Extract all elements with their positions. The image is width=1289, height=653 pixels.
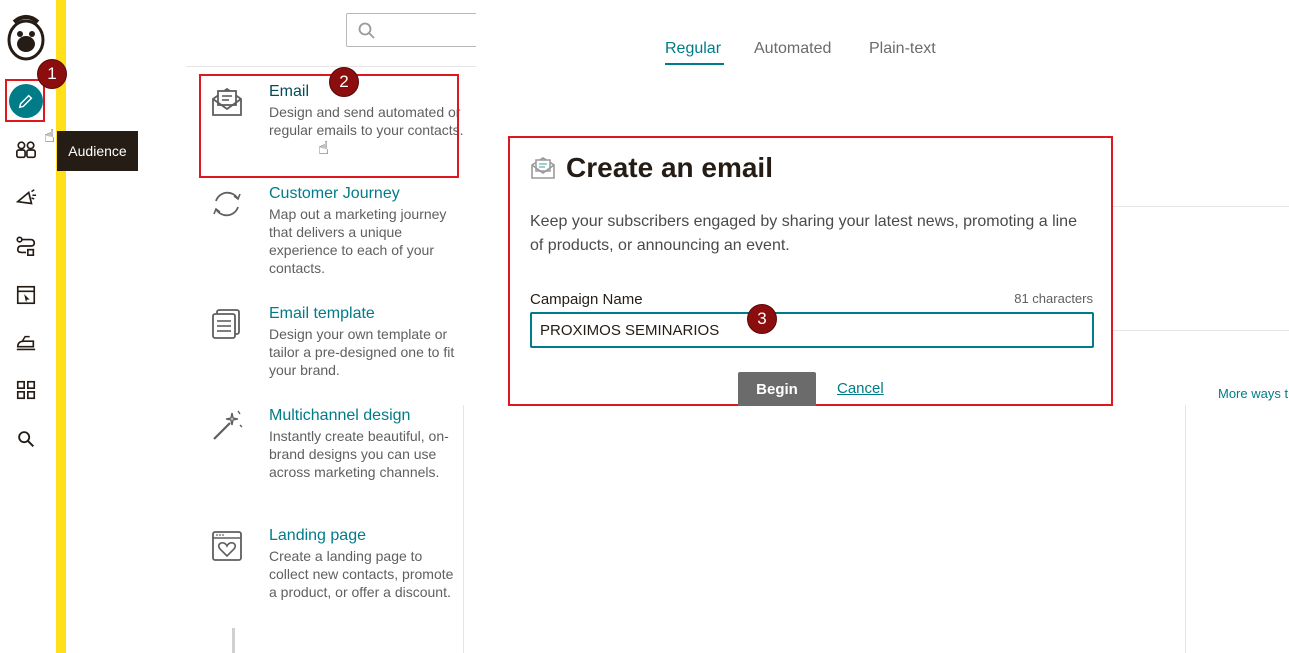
menu-item-customer-journey[interactable]: Customer Journey Map out a marketing jou…	[200, 185, 470, 285]
tab-regular[interactable]: Regular	[665, 40, 721, 58]
menu-title: Landing page	[269, 527, 366, 544]
menu-item-landing-page[interactable]: Landing page Create a landing page to co…	[200, 527, 470, 627]
campaign-name-input[interactable]	[530, 312, 1094, 348]
content-grid-icon[interactable]	[13, 377, 39, 403]
pane-divider	[1113, 330, 1289, 331]
menu-item-multichannel-design[interactable]: Multichannel design Instantly create bea…	[200, 407, 470, 507]
audience-icon[interactable]	[13, 137, 39, 163]
menu-scroll-edge	[232, 628, 235, 653]
modal-description: Keep your subscribers engaged by sharing…	[530, 213, 1077, 254]
menu-desc: Instantly create beautiful, on-brand des…	[269, 428, 449, 480]
menu-title: Email template	[269, 305, 375, 322]
landing-page-icon	[212, 531, 242, 561]
magic-wand-icon	[213, 410, 243, 440]
create-email-modal: Create an email Keep your subscribers en…	[508, 136, 1113, 406]
search-input[interactable]	[346, 13, 486, 47]
begin-button[interactable]: Begin	[738, 372, 816, 406]
menu-desc: Create a landing page to collect new con…	[269, 548, 454, 600]
menu-top-divider	[186, 66, 476, 67]
menu-desc: Map out a marketing journey that deliver…	[269, 206, 447, 276]
step-badge-2: 2	[329, 67, 359, 97]
hand-cursor-icon: ☝	[318, 138, 329, 158]
more-ways-link[interactable]: More ways t	[1218, 386, 1288, 401]
journey-icon	[213, 191, 241, 217]
step-badge-1: 1	[37, 59, 67, 89]
left-nav: ☝	[0, 0, 56, 653]
email-icon	[531, 157, 555, 179]
search-icon[interactable]	[13, 426, 39, 452]
campaign-name-label: Campaign Name	[530, 291, 643, 308]
integrations-icon[interactable]	[13, 330, 39, 356]
tab-plain-text[interactable]: Plain-text	[869, 40, 936, 58]
cancel-link[interactable]: Cancel	[837, 380, 884, 397]
menu-title: Multichannel design	[269, 407, 411, 424]
automations-icon[interactable]	[13, 233, 39, 259]
highlight-stripe	[56, 0, 66, 653]
preview-panel	[463, 405, 1186, 653]
audience-tooltip: Audience	[57, 131, 138, 171]
modal-title: Create an email	[566, 152, 773, 183]
menu-title: Customer Journey	[269, 185, 400, 202]
pane-divider	[1113, 206, 1289, 207]
highlight-box-step2	[199, 74, 459, 178]
campaigns-megaphone-icon[interactable]	[13, 185, 39, 211]
website-icon[interactable]	[13, 282, 39, 308]
search-icon	[358, 22, 375, 39]
menu-item-email-template[interactable]: Email template Design your own template …	[200, 305, 470, 385]
highlight-box-step1	[5, 79, 45, 122]
hand-cursor-icon: ☝	[44, 126, 55, 146]
template-icon	[212, 309, 240, 339]
character-count: 81 characters	[1014, 291, 1093, 306]
active-tab-indicator	[665, 63, 724, 65]
tab-automated[interactable]: Automated	[754, 40, 831, 58]
mailchimp-logo-icon[interactable]	[4, 14, 48, 62]
step-badge-3: 3	[747, 304, 777, 334]
menu-desc: Design your own template or tailor a pre…	[269, 326, 455, 378]
